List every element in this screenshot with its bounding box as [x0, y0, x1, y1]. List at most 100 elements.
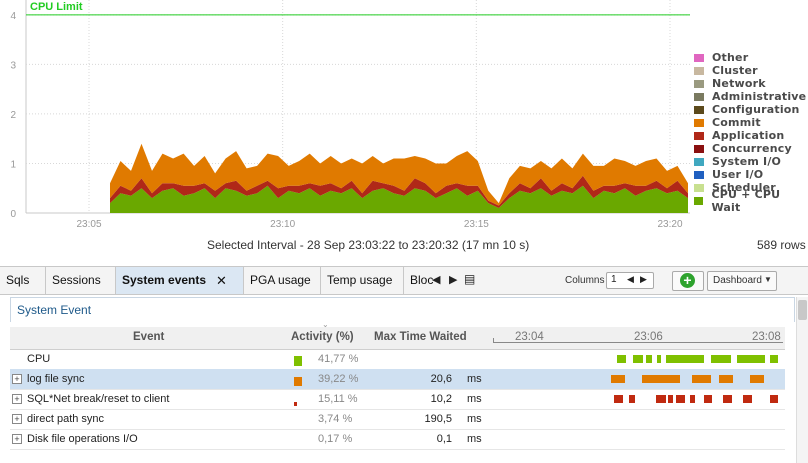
tab-sessions[interactable]: Sessions [46, 267, 116, 294]
legend-label: Commit [712, 116, 761, 129]
x-tick-label: 23:10 [270, 219, 295, 230]
timeline-segment [668, 395, 673, 403]
timeline-segment [633, 355, 643, 363]
tab-list-icon[interactable]: ▤ [464, 272, 475, 286]
dashboard-dropdown[interactable]: Dashboard ▼ [707, 271, 777, 291]
table-header-row: Event Activity (%) Max Time Waited 23:04… [10, 327, 785, 350]
legend-label: Concurrency [712, 142, 792, 155]
table-row[interactable]: + Disk file operations I/O 0,17 % 0,1 ms [10, 429, 785, 450]
timeline-segment [750, 375, 764, 383]
y-tick-label: 3 [10, 60, 16, 71]
timeline-segment [690, 395, 695, 403]
expand-row-icon[interactable]: + [12, 434, 22, 444]
legend-label: Administrative [712, 90, 807, 103]
max-wait-cell: 0,1 [436, 433, 452, 445]
columns-decrement-icon[interactable]: ◀ [627, 274, 634, 285]
table-row[interactable]: + direct path sync 3,74 % 190,5 ms [10, 409, 785, 430]
legend-item: Commit [694, 116, 761, 129]
max-wait-cell: 10,2 [430, 393, 452, 405]
timeline-segment [692, 375, 711, 383]
scrollbar-thumb[interactable] [798, 300, 807, 320]
row-count-label: 589 rows [757, 238, 806, 252]
legend-swatch [694, 183, 704, 192]
add-button[interactable]: + [672, 271, 704, 291]
timeline-segment [656, 395, 666, 403]
activity-bar [294, 356, 302, 366]
legend-label: Configuration [712, 103, 800, 116]
close-tab-icon[interactable]: ✕ [216, 267, 227, 294]
selected-interval-label: Selected Interval - 28 Sep 23:03:22 to 2… [207, 238, 530, 252]
legend-item: Other [694, 51, 748, 64]
timeline-segment [657, 355, 661, 363]
activity-cell: 41,77 % [318, 353, 359, 365]
timeline-tick: 23:08 [752, 331, 781, 343]
legend-label: CPU + CPU Wait [711, 187, 781, 214]
legend-swatch [694, 170, 704, 179]
legend-item: Administrative [694, 90, 806, 103]
max-wait-cell: 190,5 [424, 413, 452, 425]
max-wait-unit: ms [467, 413, 482, 425]
timeline-segment [711, 355, 731, 363]
vertical-scrollbar[interactable] [796, 297, 808, 463]
legend-swatch [694, 92, 704, 101]
table-row[interactable]: CPU 41,77 % [10, 349, 785, 370]
legend-swatch [694, 144, 704, 153]
tab-system-events[interactable]: System events ✕ [116, 267, 244, 294]
x-tick-label: 23:05 [76, 219, 101, 230]
columns-increment-icon[interactable]: ▶ [640, 274, 647, 285]
event-name-cell: CPU [27, 353, 51, 365]
legend-swatch [694, 79, 704, 88]
x-tick-label: 23:20 [657, 219, 682, 230]
legend-label: Network [712, 77, 766, 90]
y-tick-label: 2 [10, 110, 16, 121]
timeline-segment [770, 395, 778, 403]
max-wait-cell: 20,6 [430, 373, 452, 385]
legend-item: Network [694, 77, 766, 90]
tab-temp-usage[interactable]: Temp usage [321, 267, 404, 294]
tab-scroll-left-icon[interactable]: ◀ [432, 273, 440, 286]
timeline-segment [676, 395, 685, 403]
tab-scroll-right-icon[interactable]: ▶ [449, 273, 457, 286]
legend-label: Cluster [712, 64, 758, 77]
col-header-max-wait[interactable]: Max Time Waited [374, 331, 467, 343]
expand-row-icon[interactable]: + [12, 414, 22, 424]
event-name-cell: Disk file operations I/O [27, 433, 138, 445]
timeline-segment [642, 375, 680, 383]
table-row[interactable]: + SQL*Net break/reset to client 15,11 % 10,… [10, 389, 785, 410]
legend-item: Cluster [694, 64, 758, 77]
activity-cell: 0,17 % [318, 433, 353, 445]
legend-swatch [694, 157, 704, 166]
timeline-segment [770, 355, 778, 363]
y-tick-label: 1 [10, 159, 16, 170]
timeline-segment [743, 395, 752, 403]
legend-item: CPU + CPU Wait [694, 188, 808, 214]
legend-item: Concurrency [694, 142, 792, 155]
timeline-segment [704, 395, 712, 403]
timeline-segment [646, 355, 652, 363]
columns-label: Columns [565, 275, 605, 286]
y-tick-label: 0 [10, 209, 16, 220]
legend-item: User I/O [694, 168, 763, 181]
tab-pga-usage[interactable]: PGA usage [244, 267, 321, 294]
tab-sqls[interactable]: Sqls [0, 267, 46, 294]
legend-swatch [694, 131, 704, 140]
columns-stepper[interactable]: 1 ◀ ▶ [606, 272, 654, 289]
expand-row-icon[interactable]: + [12, 394, 22, 404]
table-row[interactable]: + log file sync 39,22 % 20,6 ms [10, 369, 785, 390]
legend-label: User I/O [712, 168, 764, 181]
legend-label: System I/O [712, 155, 782, 168]
col-header-activity[interactable]: Activity (%) [291, 331, 354, 343]
activity-cell: 39,22 % [318, 373, 359, 385]
event-name-cell: log file sync [27, 373, 85, 385]
legend-item: Application [694, 129, 784, 142]
timeline-segment [614, 395, 623, 403]
x-tick-label: 23:15 [464, 219, 489, 230]
event-name-cell: direct path sync [27, 413, 105, 425]
timeline-tick: 23:04 [515, 331, 544, 343]
col-header-event[interactable]: Event [133, 331, 164, 343]
legend-item: Configuration [694, 103, 800, 116]
expand-row-icon[interactable]: + [12, 374, 22, 384]
legend-label: Application [712, 129, 785, 142]
system-event-panel-header: System Event [10, 297, 795, 322]
cpu-limit-label: CPU Limit [30, 1, 83, 13]
